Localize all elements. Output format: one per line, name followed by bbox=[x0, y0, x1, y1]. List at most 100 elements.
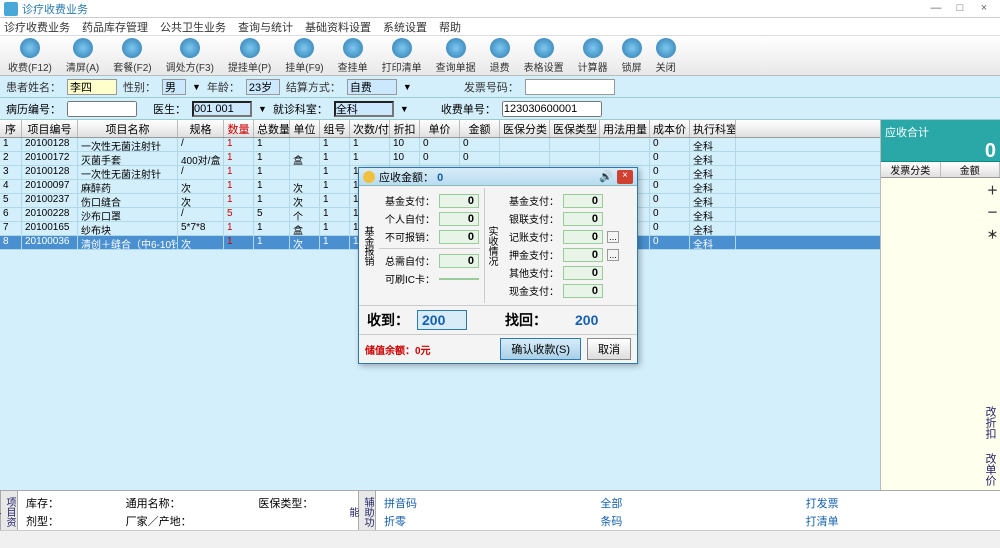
col-header-9[interactable]: 折扣 bbox=[390, 120, 420, 137]
col-header-13[interactable]: 医保类型 bbox=[550, 120, 600, 137]
doctor-input[interactable] bbox=[192, 101, 252, 117]
pay-label: 收到： bbox=[367, 310, 409, 330]
bottom-link-3[interactable]: 折零 bbox=[384, 513, 570, 529]
toolbar-btn-13[interactable]: 关闭 bbox=[652, 36, 680, 76]
sound-icon[interactable]: 🔊 bbox=[599, 170, 615, 184]
bottom-link-5[interactable]: 打清单 bbox=[806, 513, 992, 529]
dlg-sec3-label: 实收情况 bbox=[485, 188, 499, 303]
record-input[interactable] bbox=[67, 101, 137, 117]
toolbar-btn-4[interactable]: 提挂单(P) bbox=[224, 36, 275, 76]
dept-label: 就诊科室： bbox=[273, 101, 328, 117]
side-col-1: 金额 bbox=[941, 162, 1000, 177]
toolbar-btn-10[interactable]: 表格设置 bbox=[520, 36, 568, 76]
dlg-close[interactable]: × bbox=[617, 170, 633, 184]
age-input[interactable] bbox=[246, 79, 280, 95]
window-close[interactable]: × bbox=[972, 2, 996, 16]
change-value: 200 bbox=[575, 312, 598, 328]
coin-icon bbox=[363, 171, 375, 183]
dept-input[interactable] bbox=[334, 101, 394, 117]
toolbar-icon-5 bbox=[294, 38, 314, 58]
col-header-1[interactable]: 项目编号 bbox=[22, 120, 78, 137]
toolbar-icon-2 bbox=[122, 38, 142, 58]
table-row[interactable]: 220100172灭菌手套400对/盒11盒1110000全科 bbox=[0, 152, 880, 166]
toolbar-btn-12[interactable]: 锁屏 bbox=[618, 36, 646, 76]
side-vlabel-0[interactable]: 改折扣 bbox=[982, 406, 998, 439]
doctor-label: 医生： bbox=[153, 101, 186, 117]
more-button[interactable]: ... bbox=[607, 231, 619, 243]
col-header-2[interactable]: 项目名称 bbox=[78, 120, 178, 137]
total-label: 应收合计 bbox=[885, 124, 996, 140]
confirm-button[interactable]: 确认收款(S) bbox=[500, 338, 581, 360]
window-min[interactable]: — bbox=[924, 2, 948, 16]
col-header-12[interactable]: 医保分类 bbox=[500, 120, 550, 137]
sex-label: 性别： bbox=[123, 79, 156, 95]
settle-input[interactable] bbox=[347, 79, 397, 95]
invoice-label: 发票号码： bbox=[464, 79, 519, 95]
col-header-10[interactable]: 单价 bbox=[420, 120, 460, 137]
app-icon bbox=[4, 2, 18, 16]
col-header-6[interactable]: 单位 bbox=[290, 120, 320, 137]
bottom-left-3: 剂型： bbox=[26, 513, 96, 529]
toolbar-btn-1[interactable]: 清屏(A) bbox=[62, 36, 103, 76]
toolbar-icon-13 bbox=[656, 38, 676, 58]
toolbar-btn-9[interactable]: 退费 bbox=[486, 36, 514, 76]
col-header-14[interactable]: 用法用量 bbox=[600, 120, 650, 137]
col-header-15[interactable]: 成本价 bbox=[650, 120, 690, 137]
menu-item-6[interactable]: 帮助 bbox=[439, 19, 461, 35]
col-header-5[interactable]: 总数量 bbox=[254, 120, 290, 137]
window-max[interactable]: □ bbox=[948, 2, 972, 16]
toolbar-icon-0 bbox=[20, 38, 40, 58]
payment-dialog: 应收金额： 0 🔊 × 基金报销 基金支付：0个人自付：0不可报销：0总需自付：… bbox=[358, 167, 638, 364]
col-header-3[interactable]: 规格 bbox=[178, 120, 224, 137]
bottom-vtab1[interactable]: 项目资料 bbox=[0, 491, 18, 530]
col-header-11[interactable]: 金额 bbox=[460, 120, 500, 137]
patient-input[interactable] bbox=[67, 79, 117, 95]
side-vlabel-1[interactable]: 改单价 bbox=[982, 453, 998, 486]
toolbar-icon-8 bbox=[446, 38, 466, 58]
toolbar-btn-0[interactable]: 收费(F12) bbox=[4, 36, 56, 76]
toolbar-btn-8[interactable]: 查询单据 bbox=[432, 36, 480, 76]
sex-input[interactable] bbox=[162, 79, 186, 95]
side-col-0: 发票分类 bbox=[881, 162, 941, 177]
col-header-7[interactable]: 组号 bbox=[320, 120, 350, 137]
table-row[interactable]: 120100128一次性无菌注射针/111110000全科 bbox=[0, 138, 880, 152]
store-balance: 储值余额：0元 bbox=[365, 342, 494, 357]
fee-label: 收费单号： bbox=[441, 101, 496, 117]
col-header-0[interactable]: 序 bbox=[0, 120, 22, 137]
bottom-left-4: 厂家／产地： bbox=[126, 513, 229, 529]
toolbar-btn-6[interactable]: 查挂单 bbox=[334, 36, 372, 76]
side-star[interactable]: ＊ bbox=[987, 226, 998, 242]
menu-item-5[interactable]: 系统设置 bbox=[383, 19, 427, 35]
toolbar-btn-5[interactable]: 挂单(F9) bbox=[281, 36, 327, 76]
dlg-title-label: 应收金额： bbox=[379, 172, 434, 184]
side-minus[interactable]: － bbox=[987, 204, 998, 220]
menu-item-3[interactable]: 查询与统计 bbox=[238, 19, 293, 35]
toolbar-btn-11[interactable]: 计算器 bbox=[574, 36, 612, 76]
cancel-button[interactable]: 取消 bbox=[587, 338, 631, 360]
bottom-link-4[interactable]: 条码 bbox=[600, 513, 775, 529]
pay-input[interactable] bbox=[417, 310, 467, 330]
side-plus[interactable]: ＋ bbox=[987, 182, 998, 198]
menu-item-2[interactable]: 公共卫生业务 bbox=[160, 19, 226, 35]
toolbar-btn-7[interactable]: 打印清单 bbox=[378, 36, 426, 76]
col-header-16[interactable]: 执行科室 bbox=[690, 120, 736, 137]
col-header-8[interactable]: 次数/付 bbox=[350, 120, 390, 137]
fee-input[interactable] bbox=[502, 101, 602, 117]
more-button[interactable]: ... bbox=[607, 249, 619, 261]
menu-item-1[interactable]: 药品库存管理 bbox=[82, 19, 148, 35]
record-label: 病历编号： bbox=[6, 101, 61, 117]
total-value: 0 bbox=[885, 140, 996, 163]
bottom-vtab2[interactable]: 辅助功能 bbox=[358, 491, 376, 530]
toolbar-icon-3 bbox=[180, 38, 200, 58]
invoice-input[interactable] bbox=[525, 79, 615, 95]
toolbar-icon-12 bbox=[622, 38, 642, 58]
menu-item-0[interactable]: 诊疗收费业务 bbox=[4, 19, 70, 35]
settle-label: 结算方式： bbox=[286, 79, 341, 95]
toolbar-btn-2[interactable]: 套餐(F2) bbox=[109, 36, 155, 76]
toolbar-icon-9 bbox=[490, 38, 510, 58]
toolbar-icon-1 bbox=[73, 38, 93, 58]
menu-item-4[interactable]: 基础资料设置 bbox=[305, 19, 371, 35]
toolbar-btn-3[interactable]: 调处方(F3) bbox=[162, 36, 218, 76]
col-header-4[interactable]: 数量 bbox=[224, 120, 254, 137]
window-title: 诊疗收费业务 bbox=[22, 1, 924, 17]
